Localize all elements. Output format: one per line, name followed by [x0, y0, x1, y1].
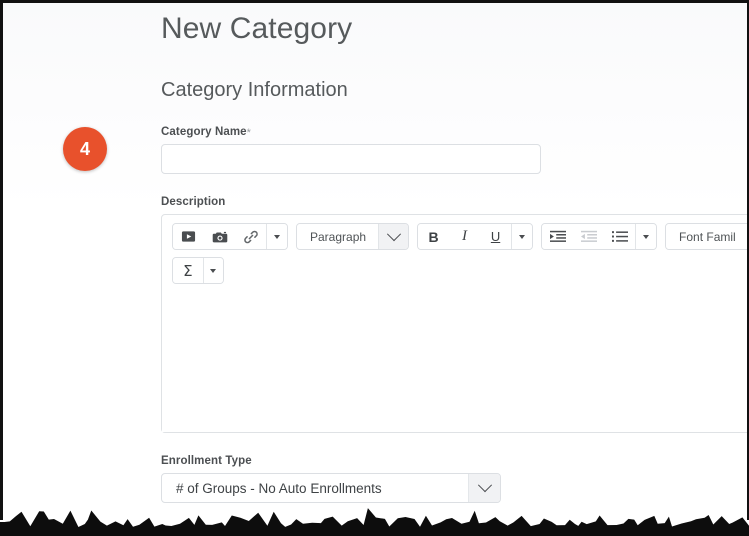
enrollment-type-select[interactable]: # of Groups - No Auto Enrollments — [161, 473, 501, 503]
form-content: New Category Category Information Catego… — [161, 3, 747, 503]
equation-button[interactable]: Σ — [173, 258, 203, 283]
format-select-chevron-down-icon[interactable] — [378, 224, 408, 249]
caret-down-icon — [210, 269, 216, 273]
list-button-group — [541, 223, 657, 250]
caret-down-icon — [274, 235, 280, 239]
step-number-badge: 4 — [63, 127, 107, 171]
enrollment-type-value: # of Groups - No Auto Enrollments — [162, 474, 468, 502]
chevron-down-icon — [386, 227, 400, 241]
font-family-select[interactable]: Font Famil — [665, 223, 747, 250]
description-label: Description — [161, 196, 747, 208]
page-canvas: New Category Category Information Catego… — [3, 3, 747, 518]
bold-button[interactable]: B — [418, 224, 449, 249]
section-heading-category-information: Category Information — [161, 49, 747, 104]
insert-more-caret-down-icon[interactable] — [266, 224, 287, 249]
equation-more-caret-down-icon[interactable] — [203, 258, 223, 283]
screenshot-root: New Category Category Information Catego… — [0, 0, 749, 536]
frame-border-left — [0, 0, 3, 520]
category-name-label: Category Name* — [161, 126, 747, 138]
italic-button[interactable]: I — [449, 224, 480, 249]
required-marker: * — [247, 127, 251, 139]
font-family-select-value: Font Famil — [666, 224, 747, 249]
camera-icon[interactable] — [204, 224, 235, 249]
chain-link-icon[interactable] — [235, 224, 266, 249]
italic-button-label: I — [462, 228, 467, 245]
underline-button-label: U — [491, 229, 500, 244]
description-editor-body[interactable] — [162, 290, 747, 432]
insert-media-icon[interactable] — [173, 224, 204, 249]
indent-increase-icon[interactable] — [542, 224, 573, 249]
insert-button-group — [172, 223, 288, 250]
editor-toolbar: Paragraph B I U — [162, 215, 747, 290]
list-more-caret-down-icon[interactable] — [635, 224, 656, 249]
frame-border-top — [0, 0, 749, 3]
enrollment-type-label: Enrollment Type — [161, 455, 747, 467]
equation-button-group: Σ — [172, 257, 224, 284]
text-style-more-caret-down-icon[interactable] — [511, 224, 532, 249]
bullet-list-icon[interactable] — [604, 224, 635, 249]
caret-down-icon — [519, 235, 525, 239]
underline-button[interactable]: U — [480, 224, 511, 249]
equation-button-label: Σ — [183, 262, 192, 280]
category-name-label-text: Category Name — [161, 126, 247, 138]
bold-button-label: B — [428, 229, 438, 245]
description-rich-text-editor: Paragraph B I U — [161, 214, 747, 433]
category-name-input[interactable] — [161, 144, 541, 174]
caret-down-icon — [643, 235, 649, 239]
format-select-value: Paragraph — [297, 224, 378, 249]
page-title: New Category — [161, 3, 747, 49]
enrollment-type-chevron-down-icon[interactable] — [468, 474, 500, 502]
text-style-button-group: B I U — [417, 223, 533, 250]
format-select[interactable]: Paragraph — [296, 223, 409, 250]
indent-decrease-icon[interactable] — [573, 224, 604, 249]
chevron-down-icon — [477, 478, 491, 492]
step-number-badge-label: 4 — [80, 139, 90, 160]
